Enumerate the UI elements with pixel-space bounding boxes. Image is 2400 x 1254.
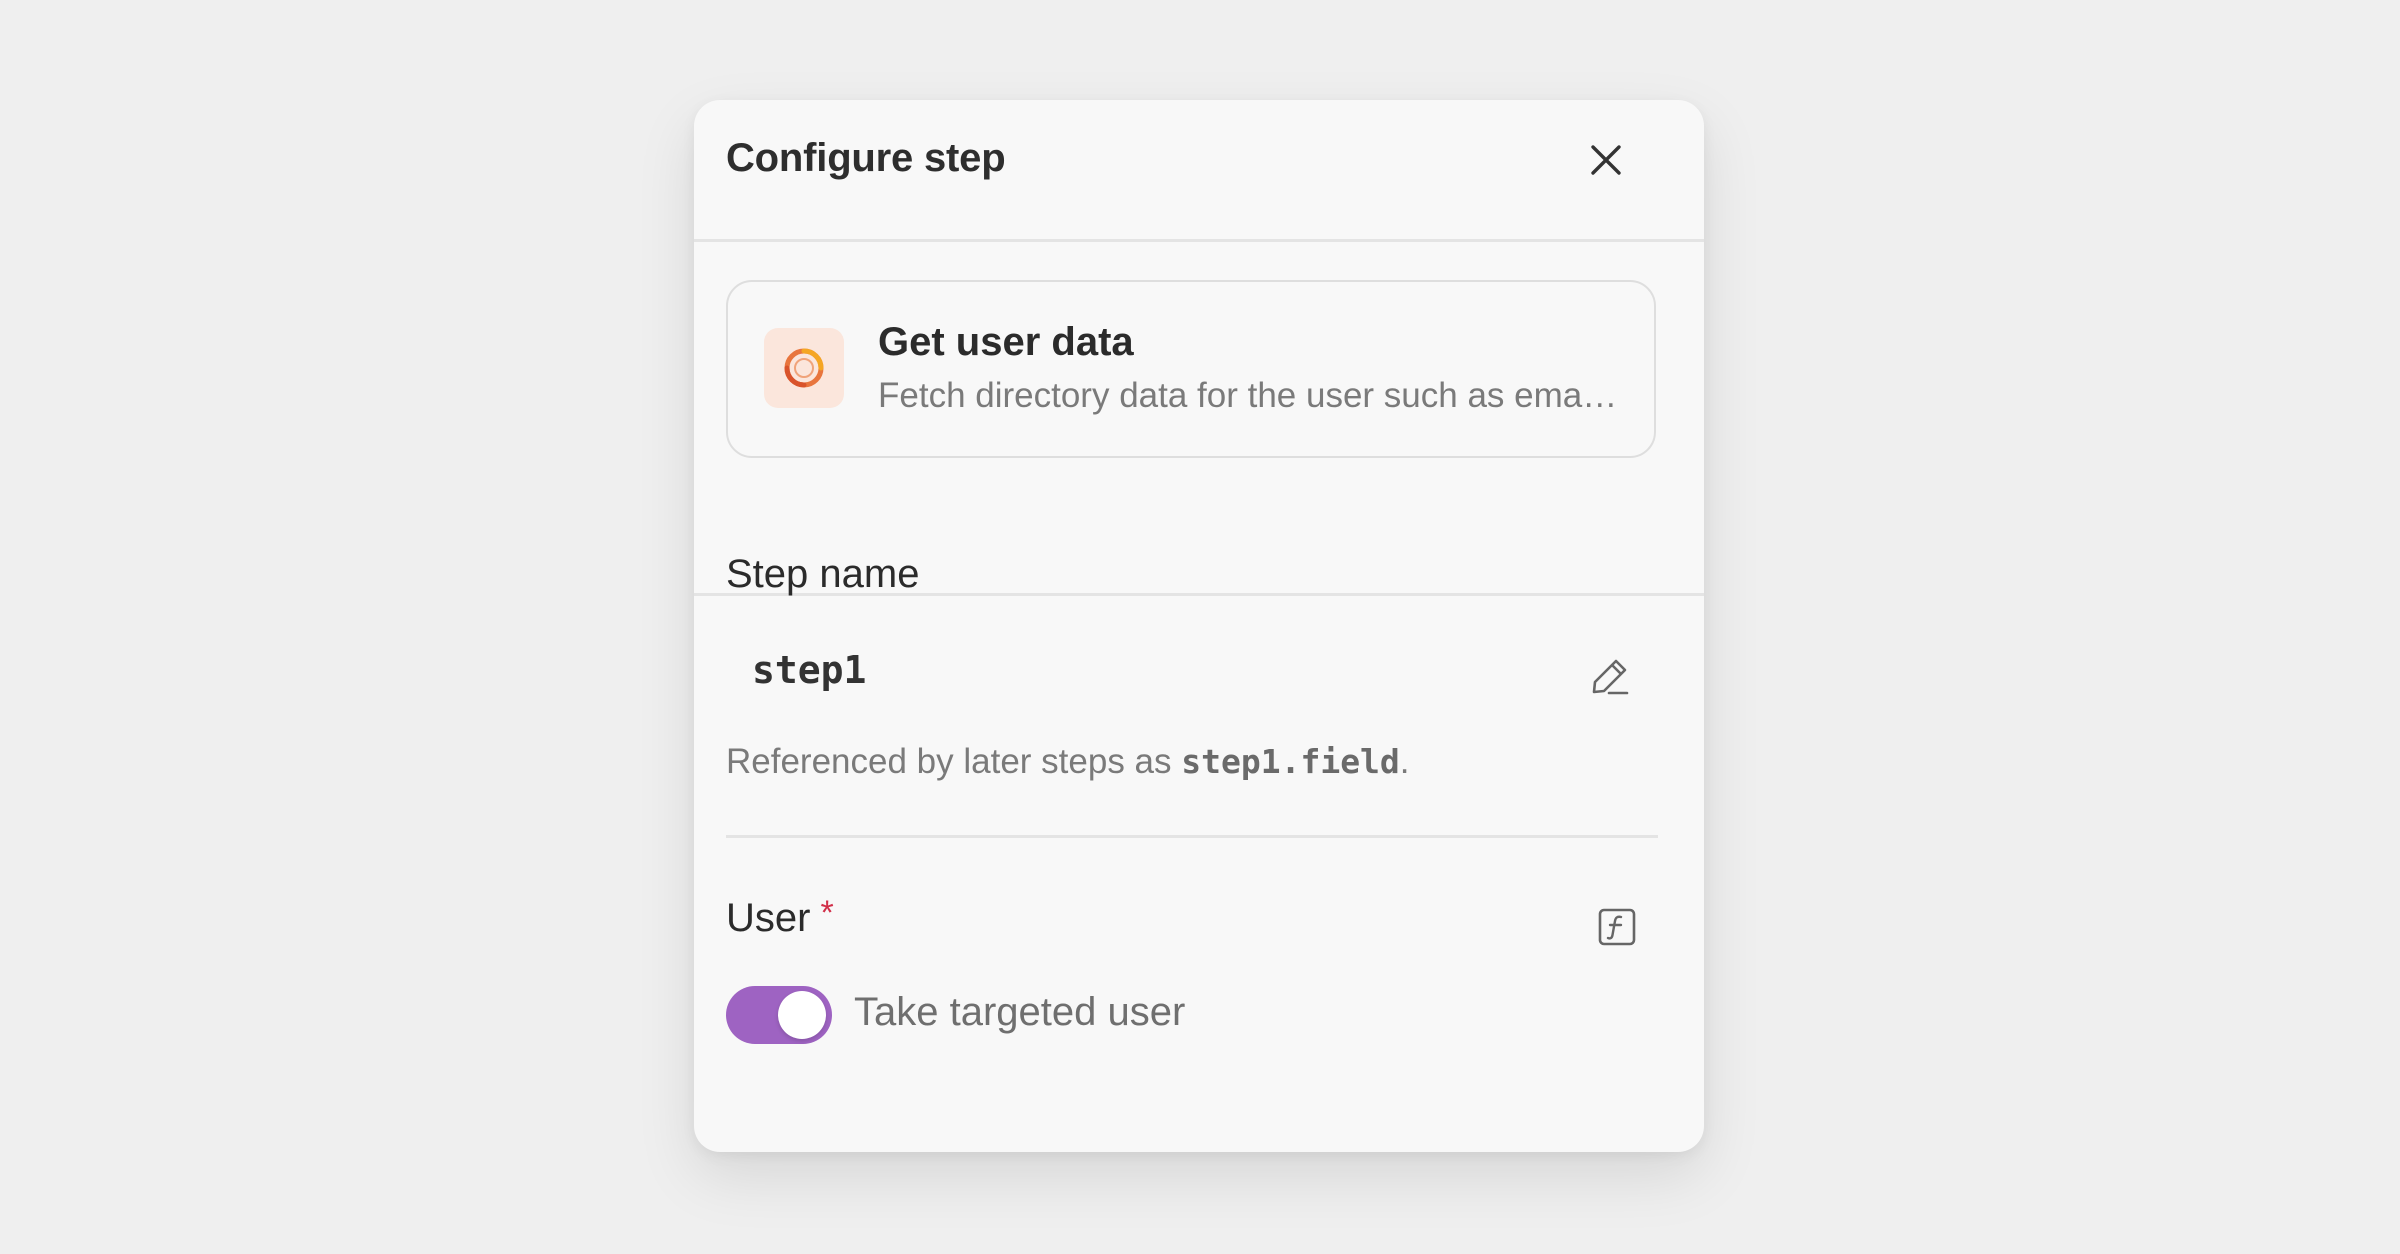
helper-text: Referenced by later steps as [726,742,1182,781]
panel-header: Configure step [694,100,1704,242]
helper-suffix: . [1399,742,1410,781]
edit-step-name-button[interactable] [1586,652,1634,700]
take-targeted-user-toggle[interactable] [726,986,832,1044]
close-icon [1591,145,1621,175]
panel-title: Configure step [726,136,1006,180]
configure-step-panel: Configure step Get user data Fetch direc… [694,100,1704,1152]
user-label: User * [726,894,834,941]
user-label-text: User [726,896,811,940]
step-name-label: Step name [726,552,920,596]
action-icon-container [764,328,844,408]
function-button[interactable] [1594,904,1640,950]
section-divider [726,835,1658,838]
action-card[interactable]: Get user data Fetch directory data for t… [726,280,1656,458]
helper-code: step1.field [1181,742,1400,781]
pencil-icon [1592,659,1629,695]
action-title: Get user data [878,320,1134,364]
step-name-helper: Referenced by later steps as step1.field… [726,742,1410,782]
close-button[interactable] [1580,134,1632,186]
step-name-value[interactable]: step1 [752,648,866,692]
toggle-knob [778,991,826,1039]
action-description: Fetch directory data for the user such a… [878,376,1618,415]
function-icon [1598,908,1636,946]
orange-ring-icon [784,348,824,388]
required-marker: * [820,894,834,932]
toggle-label: Take targeted user [854,990,1186,1034]
action-section: Get user data Fetch directory data for t… [694,242,1704,596]
